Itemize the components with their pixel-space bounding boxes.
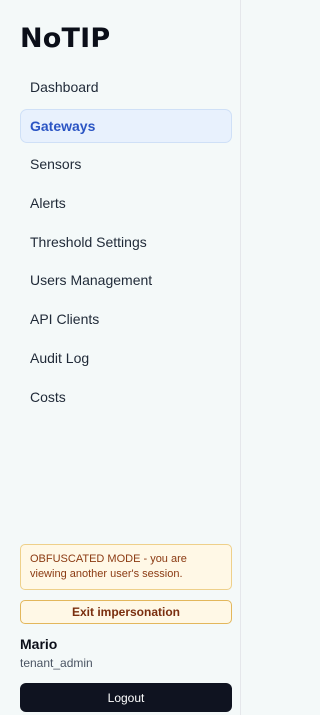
sidebar-item-api-clients[interactable]: API Clients	[20, 302, 232, 336]
impersonation-warning-banner: OBFUSCATED MODE - you are viewing anothe…	[20, 544, 232, 590]
sidebar: NoTIP Dashboard Gateways Sensors Alerts …	[0, 0, 241, 715]
sidebar-item-sensors[interactable]: Sensors	[20, 147, 232, 181]
sidebar-item-alerts[interactable]: Alerts	[20, 186, 232, 220]
sidebar-item-gateways[interactable]: Gateways	[20, 108, 232, 143]
exit-impersonation-button[interactable]: Exit impersonation	[20, 600, 232, 624]
sidebar-item-costs[interactable]: Costs	[20, 380, 232, 414]
sidebar-item-dashboard[interactable]: Dashboard	[20, 70, 232, 104]
user-name: Mario	[20, 636, 58, 652]
app-logo-title: NoTIP	[20, 23, 111, 54]
user-role: tenant_admin	[20, 656, 93, 670]
sidebar-nav: Dashboard Gateways Sensors Alerts Thresh…	[20, 70, 232, 418]
logout-button[interactable]: Logout	[20, 683, 232, 712]
sidebar-item-users-management[interactable]: Users Management	[20, 263, 232, 297]
sidebar-item-threshold-settings[interactable]: Threshold Settings	[20, 225, 232, 259]
sidebar-item-audit-log[interactable]: Audit Log	[20, 341, 232, 375]
